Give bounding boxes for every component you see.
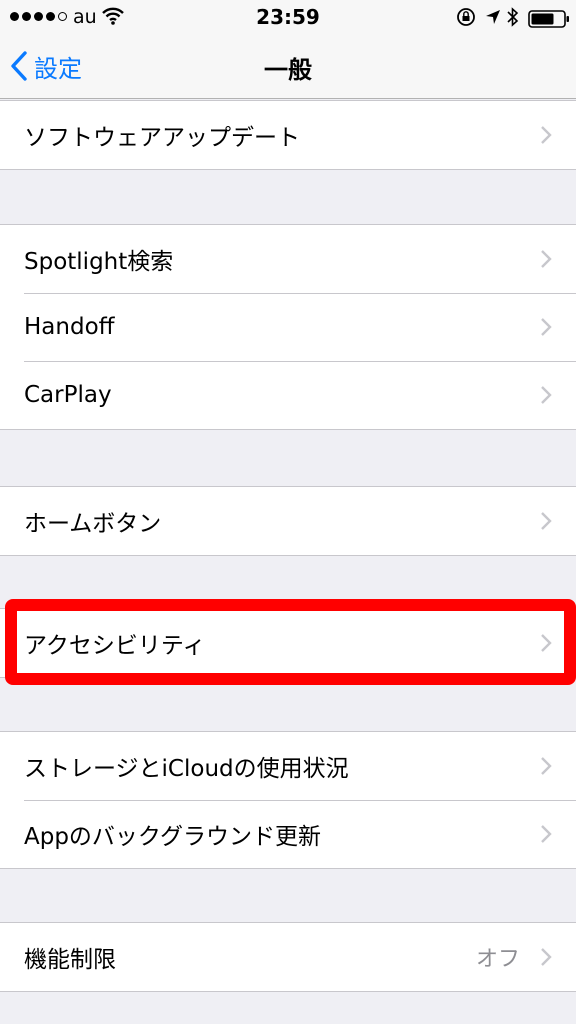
settings-group-storage: ストレージとiCloudの使用状況 Appのバックグラウンド更新 [0,731,576,869]
settings-group-software: ソフトウェアアップデート [0,100,576,170]
row-label: 機能制限 [24,947,116,973]
screen: au 23:59 設定 一般 ソフトウェアアップデート Spotlight検索 … [0,0,576,1024]
row-label: ソフトウェアアップデート [24,125,300,151]
row-label: Appのバックグラウンド更新 [24,824,322,850]
row-spotlight-search[interactable]: Spotlight検索 [0,225,576,293]
row-software-update[interactable]: ソフトウェアアップデート [0,101,576,169]
chevron-right-icon [541,126,552,144]
status-bar: au 23:59 [0,0,576,34]
row-storage-icloud-usage[interactable]: ストレージとiCloudの使用状況 [0,732,576,800]
navigation-bar: 設定 一般 [0,34,576,99]
bluetooth-icon [507,7,519,27]
chevron-right-icon [541,250,552,268]
row-carplay[interactable]: CarPlay [0,361,576,429]
row-label: アクセシビリティ [24,633,206,659]
settings-group-continuity: Spotlight検索 Handoff CarPlay [0,224,576,430]
chevron-right-icon [541,386,552,404]
settings-group-restrictions: 機能制限 オフ [0,922,576,992]
row-label: CarPlay [24,382,112,408]
chevron-right-icon [541,634,552,652]
row-label: ホームボタン [24,511,162,537]
row-restrictions[interactable]: 機能制限 オフ [0,923,576,991]
orientation-lock-icon [457,8,475,26]
row-value: オフ [475,947,520,972]
row-home-button[interactable]: ホームボタン [0,487,576,555]
chevron-right-icon [541,512,552,530]
battery-icon [528,10,569,28]
chevron-right-icon [541,948,552,966]
row-label: Spotlight検索 [24,249,174,275]
page-title: 一般 [264,56,312,84]
row-label: ストレージとiCloudの使用状況 [24,756,349,782]
row-label: Handoff [24,314,115,340]
chevron-right-icon [541,825,552,843]
location-arrow-icon [486,10,500,24]
chevron-right-icon [541,757,552,775]
settings-group-home-button: ホームボタン [0,486,576,556]
row-handoff[interactable]: Handoff [0,293,576,361]
settings-group-accessibility: アクセシビリティ [0,608,576,678]
row-background-app-refresh[interactable]: Appのバックグラウンド更新 [0,800,576,868]
row-accessibility[interactable]: アクセシビリティ [0,609,576,677]
chevron-right-icon [541,318,552,336]
